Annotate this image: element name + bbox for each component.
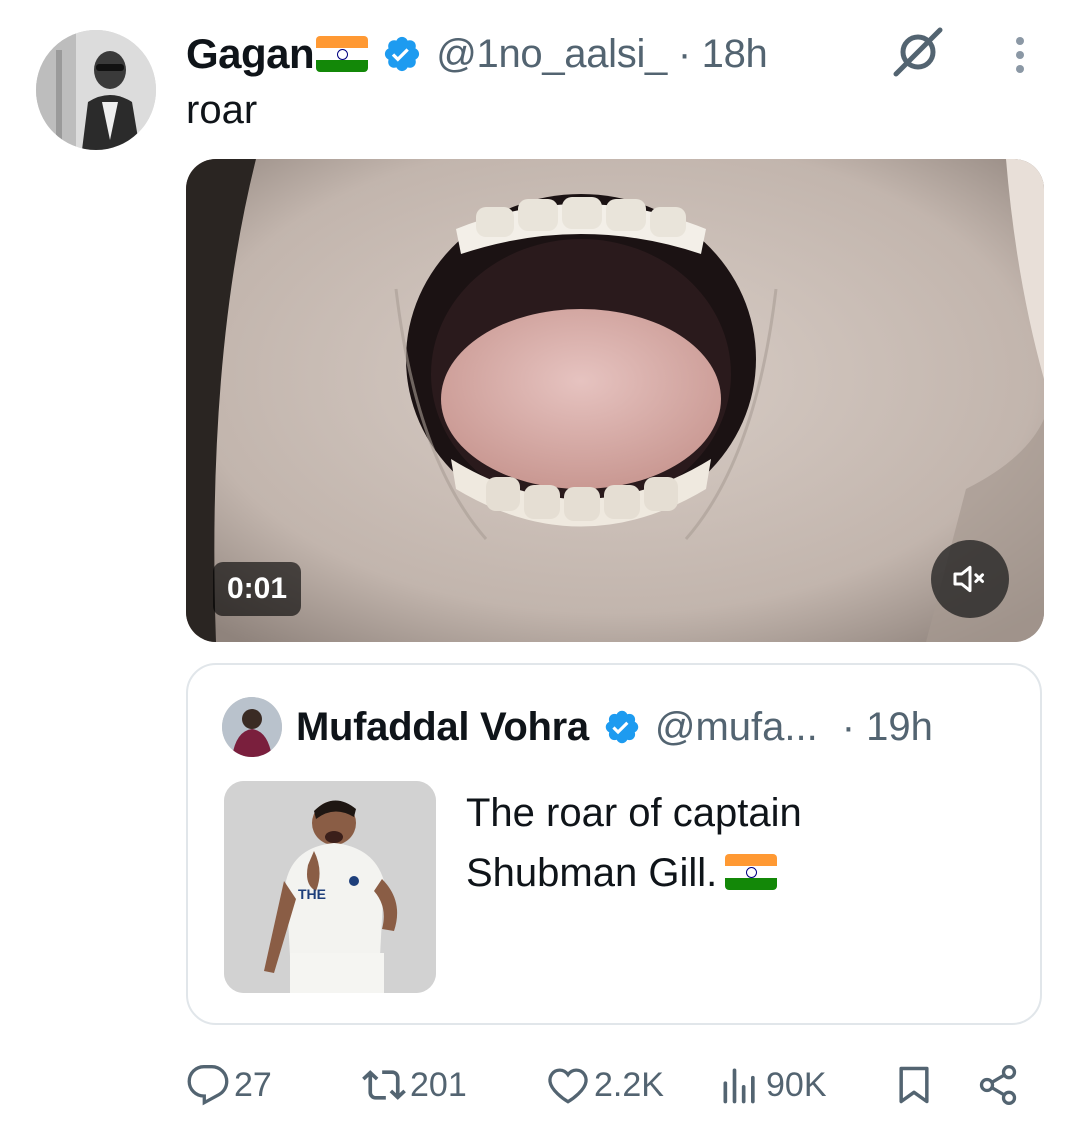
reply-button[interactable]: 27 (186, 1050, 272, 1120)
reply-icon (187, 1065, 229, 1106)
verified-badge-icon (605, 710, 639, 744)
like-button[interactable]: 2.2K (546, 1050, 664, 1120)
more-vertical-icon[interactable] (1006, 34, 1034, 76)
author-name[interactable]: Gagan (186, 30, 315, 78)
quoted-tweet-header: Mufaddal Vohra @mufa... · 19h (296, 699, 933, 755)
quoted-tweet-image[interactable]: THE (224, 781, 436, 993)
views-button[interactable]: 90K (718, 1050, 827, 1120)
quoted-tweet-time[interactable]: · 19h (842, 705, 933, 750)
quoted-tweet-text: The roar of captain Shubman Gill. (466, 791, 802, 895)
repost-icon (362, 1070, 406, 1100)
share-button[interactable] (976, 1050, 1020, 1120)
svg-text:THE: THE (298, 886, 326, 902)
quoted-tweet[interactable]: Mufaddal Vohra @mufa... · 19h THE The ro… (186, 663, 1042, 1025)
unmute-button[interactable] (931, 540, 1009, 618)
author-handle-time[interactable]: @1no_aalsi_ · 18h (436, 32, 768, 77)
volume-muted-icon (953, 565, 984, 593)
views-icon (723, 1068, 755, 1104)
quoted-author-name[interactable]: Mufaddal Vohra (296, 705, 589, 750)
video-duration: 0:01 (213, 562, 302, 616)
quoted-author-avatar[interactable] (222, 697, 282, 757)
grok-icon[interactable] (890, 24, 946, 80)
bookmark-button[interactable] (892, 1050, 936, 1120)
heart-icon (548, 1068, 588, 1104)
quoted-author-handle[interactable]: @mufa... (655, 705, 818, 750)
india-flag-icon (725, 854, 778, 890)
verified-badge-icon (385, 36, 420, 72)
video-frame (186, 159, 1044, 642)
repost-count: 201 (410, 1065, 467, 1104)
like-count: 2.2K (594, 1065, 664, 1104)
tweet-header: Gagan @1no_aalsi_ · 18h (186, 26, 768, 82)
repost-button[interactable]: 201 (362, 1050, 467, 1120)
share-icon (979, 1065, 1017, 1105)
bookmark-icon (899, 1066, 929, 1104)
reply-count: 27 (234, 1065, 272, 1104)
tweet-text: roar (186, 88, 258, 132)
author-avatar[interactable] (36, 30, 156, 150)
india-flag-icon (316, 36, 369, 72)
view-count: 90K (766, 1065, 827, 1104)
tweet-actions: 27 201 2.2K 90K (186, 1050, 1036, 1120)
video-player[interactable]: 0:01 (186, 159, 1044, 642)
